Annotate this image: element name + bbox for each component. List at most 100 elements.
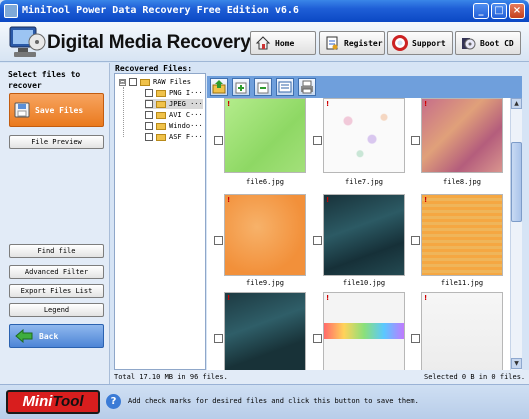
tree-node-raw-files[interactable]: ⊟ RAW Files bbox=[119, 77, 191, 87]
title-bar: MiniTool Power Data Recovery Free Editio… bbox=[0, 0, 529, 22]
file-checkbox[interactable] bbox=[214, 334, 223, 343]
file-name: file9.jpg bbox=[246, 279, 284, 287]
status-flag: ! bbox=[326, 294, 330, 302]
status-bar: Total 17.10 MB in 96 files. Selected 0 B… bbox=[110, 370, 529, 384]
register-button[interactable]: Register bbox=[319, 31, 385, 55]
file-checkbox[interactable] bbox=[214, 136, 223, 145]
file-thumbnail[interactable]: ! bbox=[224, 98, 306, 173]
file-thumbnail[interactable]: ! bbox=[224, 194, 306, 276]
tree-node-png[interactable]: PNG I··· bbox=[145, 88, 203, 98]
file-thumbnail[interactable]: ! bbox=[323, 194, 405, 276]
status-flag: ! bbox=[424, 100, 428, 108]
add-button[interactable] bbox=[232, 78, 250, 96]
house-icon bbox=[255, 36, 271, 50]
file-checkbox[interactable] bbox=[411, 334, 420, 343]
tree-label: ASF F··· bbox=[169, 133, 203, 141]
cd-icon bbox=[462, 38, 476, 50]
remove-button[interactable] bbox=[254, 78, 272, 96]
folder-icon bbox=[156, 100, 166, 108]
file-name: file6.jpg bbox=[246, 178, 284, 186]
status-flag: ! bbox=[227, 196, 231, 204]
selected-files-status: Selected 0 B in 0 files. bbox=[424, 373, 526, 381]
save-disk-icon bbox=[14, 102, 30, 118]
register-label: Register bbox=[344, 38, 383, 48]
total-files-status: Total 17.10 MB in 96 files. bbox=[114, 373, 228, 381]
tree-node-windows[interactable]: Windo··· bbox=[145, 121, 203, 131]
scroll-thumb[interactable] bbox=[511, 142, 522, 222]
tree-label: PNG I··· bbox=[169, 89, 203, 97]
file-thumbnail[interactable]: ! bbox=[421, 292, 503, 370]
footer: MiniTool ? Add check marks for desired f… bbox=[0, 384, 529, 419]
back-button[interactable]: Back bbox=[9, 324, 104, 348]
window-title: MiniTool Power Data Recovery Free Editio… bbox=[22, 5, 299, 16]
computer-logo-icon bbox=[9, 26, 46, 57]
register-icon bbox=[326, 36, 338, 50]
remove-icon bbox=[257, 82, 269, 94]
tree-label: JPEG ··· bbox=[169, 100, 203, 108]
file-thumbnail[interactable]: ! bbox=[323, 292, 405, 370]
folder-icon bbox=[156, 133, 166, 141]
lifebuoy-icon bbox=[392, 35, 408, 51]
boot-cd-label: Boot CD bbox=[480, 38, 514, 48]
home-button[interactable]: Home bbox=[250, 31, 316, 55]
minitool-logo: MiniTool bbox=[6, 390, 100, 414]
tree-checkbox[interactable] bbox=[145, 122, 153, 130]
vertical-scrollbar[interactable]: ▲ ▼ bbox=[510, 98, 522, 370]
back-arrow-icon bbox=[15, 329, 33, 343]
tree-node-jpeg[interactable]: JPEG ··· bbox=[145, 99, 203, 109]
file-checkbox[interactable] bbox=[411, 136, 420, 145]
print-icon bbox=[301, 80, 313, 94]
file-thumbnail[interactable]: ! bbox=[421, 194, 503, 276]
status-flag: ! bbox=[424, 196, 428, 204]
tree-checkbox[interactable] bbox=[145, 89, 153, 97]
scroll-down-arrow-icon[interactable]: ▼ bbox=[511, 358, 522, 369]
file-checkbox[interactable] bbox=[313, 136, 322, 145]
tree-checkbox[interactable] bbox=[129, 78, 137, 86]
up-folder-button[interactable] bbox=[210, 78, 228, 96]
folder-icon bbox=[156, 111, 166, 119]
status-flag: ! bbox=[326, 196, 330, 204]
file-thumbnail[interactable]: ! bbox=[421, 98, 503, 173]
advanced-filter-button[interactable]: Advanced Filter bbox=[9, 265, 104, 279]
folder-icon bbox=[140, 78, 150, 86]
maximize-button[interactable]: □ bbox=[491, 3, 507, 19]
recovered-files-label: Recovered Files: bbox=[115, 64, 193, 73]
file-name: file8.jpg bbox=[443, 178, 481, 186]
view-mode-button[interactable] bbox=[276, 78, 294, 96]
file-checkbox[interactable] bbox=[411, 236, 420, 245]
tree-checkbox[interactable] bbox=[145, 133, 153, 141]
status-flag: ! bbox=[326, 100, 330, 108]
app-icon bbox=[4, 4, 18, 18]
export-files-list-button[interactable]: Export Files List bbox=[9, 284, 104, 298]
tree-node-avi[interactable]: AVI C··· bbox=[145, 110, 203, 120]
tree-checkbox[interactable] bbox=[145, 100, 153, 108]
file-thumbnail-grid: ! file6.jpg ! file7.jpg ! file8.jpg ! fi… bbox=[207, 98, 510, 370]
scroll-up-arrow-icon[interactable]: ▲ bbox=[511, 98, 522, 109]
legend-button[interactable]: Legend bbox=[9, 303, 104, 317]
file-tree: ⊟ RAW Files PNG I··· JPEG ··· AVI C··· W… bbox=[114, 73, 206, 370]
tree-node-asf[interactable]: ASF F··· bbox=[145, 132, 203, 142]
help-icon[interactable]: ? bbox=[106, 394, 121, 409]
tree-label: RAW Files bbox=[153, 78, 191, 86]
print-button[interactable] bbox=[298, 78, 316, 96]
collapse-toggle[interactable]: ⊟ bbox=[119, 78, 126, 86]
save-files-button[interactable]: Save Files bbox=[9, 93, 104, 127]
close-button[interactable]: × bbox=[509, 3, 525, 19]
boot-cd-button[interactable]: Boot CD bbox=[455, 31, 521, 55]
folder-icon bbox=[156, 89, 166, 97]
support-button[interactable]: Support bbox=[387, 31, 453, 55]
file-checkbox[interactable] bbox=[214, 236, 223, 245]
file-checkbox[interactable] bbox=[313, 334, 322, 343]
support-label: Support bbox=[412, 38, 446, 48]
file-checkbox[interactable] bbox=[313, 236, 322, 245]
file-thumbnail[interactable]: ! bbox=[224, 292, 306, 370]
folder-icon bbox=[156, 122, 166, 130]
find-file-button[interactable]: Find file bbox=[9, 244, 104, 258]
file-thumbnail[interactable]: ! bbox=[323, 98, 405, 173]
hint-text: Add check marks for desired files and cl… bbox=[128, 397, 419, 405]
app-title: Digital Media Recovery bbox=[47, 32, 251, 53]
file-preview-button[interactable]: File Preview bbox=[9, 135, 104, 149]
tree-checkbox[interactable] bbox=[145, 111, 153, 119]
minimize-button[interactable]: _ bbox=[473, 3, 489, 19]
file-name: file10.jpg bbox=[342, 279, 386, 287]
